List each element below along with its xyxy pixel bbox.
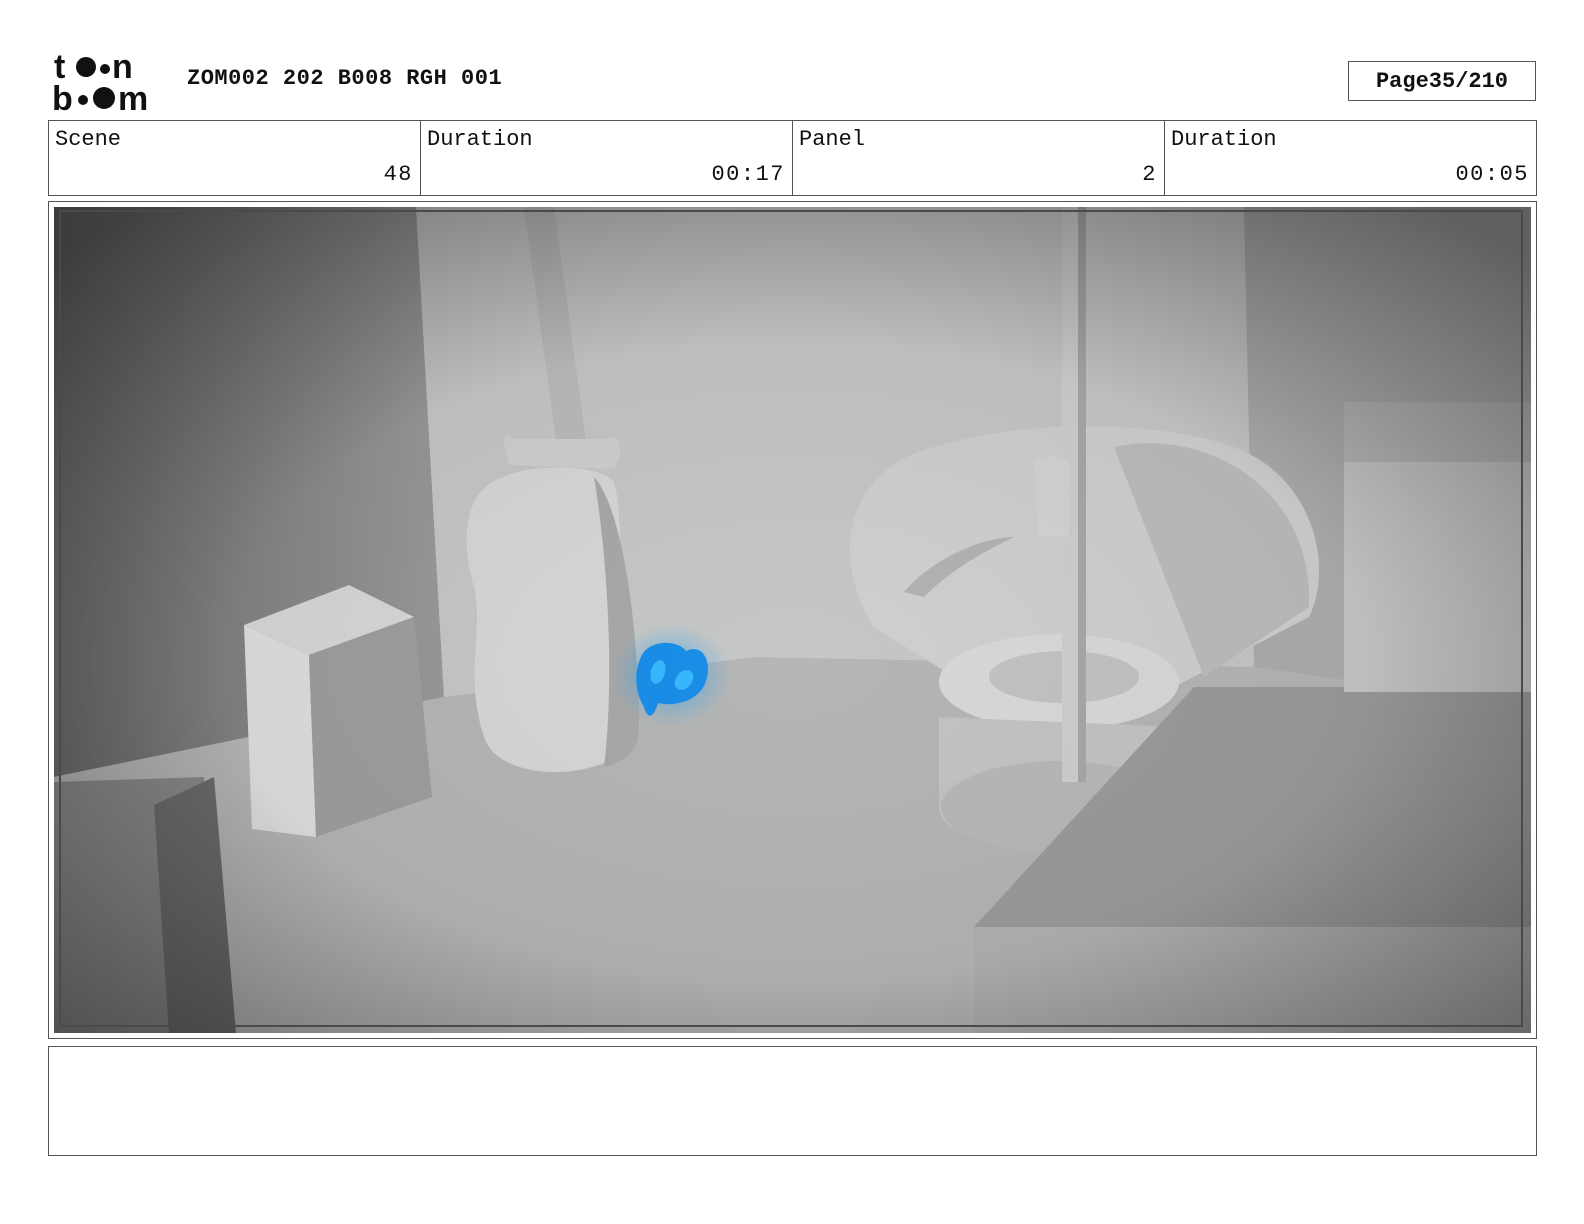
panel-label: Panel: [799, 127, 866, 152]
svg-text:b: b: [52, 80, 73, 114]
panel-duration-cell: Duration 00:05: [1165, 121, 1536, 195]
document-title: ZOM002 202 B008 RGH 001: [187, 66, 503, 91]
storyboard-panel: [48, 201, 1537, 1039]
panel-value: 2: [1142, 162, 1157, 187]
panel-info-row: Scene 48 Duration 00:17 Panel 2 Duration…: [48, 120, 1537, 196]
caption-box: [48, 1046, 1537, 1156]
page-number: 35/210: [1428, 68, 1509, 94]
scene-duration-value: 00:17: [711, 162, 785, 187]
panel-duration-value: 00:05: [1455, 162, 1529, 187]
page-indicator: Page 35/210: [1348, 61, 1536, 101]
scene-value: 48: [383, 162, 413, 187]
panel-illustration: [54, 207, 1531, 1033]
svg-text:m: m: [118, 80, 148, 114]
page-label: Page: [1375, 68, 1429, 94]
scene-duration-label: Duration: [427, 127, 533, 152]
toonboom-logo: t n b m: [52, 50, 148, 114]
scene-label: Scene: [55, 127, 122, 152]
panel-duration-label: Duration: [1171, 127, 1277, 152]
scene-duration-cell: Duration 00:17: [421, 121, 793, 195]
panel-cell: Panel 2: [793, 121, 1165, 195]
scene-cell: Scene 48: [49, 121, 421, 195]
